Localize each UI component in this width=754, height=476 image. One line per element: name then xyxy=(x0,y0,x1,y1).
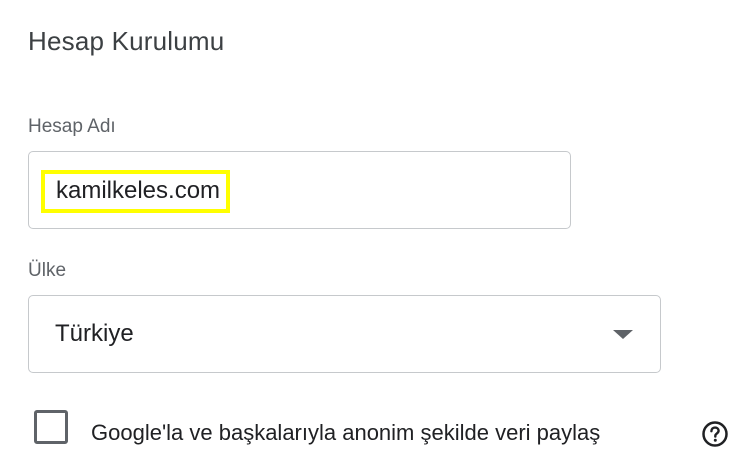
country-label: Ülke xyxy=(28,260,67,281)
account-name-label: Hesap Adı xyxy=(28,116,116,137)
page-title: Hesap Kurulumu xyxy=(28,26,225,56)
chevron-down-icon xyxy=(613,330,633,339)
account-name-input[interactable]: kamilkeles.com xyxy=(28,151,571,229)
share-data-checkbox[interactable] xyxy=(34,410,68,444)
country-select[interactable]: Türkiye xyxy=(28,295,661,373)
share-data-label[interactable]: Google'la ve başkalarıyla anonim şekilde… xyxy=(91,420,600,446)
account-name-value: kamilkeles.com xyxy=(41,170,231,213)
country-selected-value: Türkiye xyxy=(55,320,134,347)
help-icon[interactable] xyxy=(701,420,729,448)
account-setup-panel: Hesap Kurulumu Hesap Adı kamilkeles.com … xyxy=(0,0,754,476)
